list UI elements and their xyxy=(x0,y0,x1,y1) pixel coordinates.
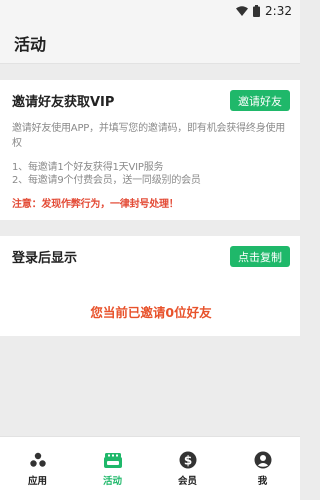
rule-item: 1、每邀请1个好友获得1天VIP服务 xyxy=(12,162,164,173)
invite-code-card: 登录后显示 点击复制 您当前已邀请0位好友 xyxy=(0,236,300,336)
nav-label: 会员 xyxy=(177,476,197,487)
invite-friends-button[interactable]: 邀请好友 xyxy=(230,90,290,111)
nav-label: 应用 xyxy=(27,476,47,487)
battery-icon xyxy=(253,5,261,17)
dollar-coin-icon: $ xyxy=(178,450,198,470)
status-bar: 2:32 xyxy=(0,0,300,22)
nav-item-membership[interactable]: $ 会员 xyxy=(158,450,218,487)
invite-description: 邀请好友使用APP，并填写您的邀请码，即有机会获得终身使用权 xyxy=(12,123,286,149)
wifi-icon xyxy=(236,6,249,16)
svg-text:$: $ xyxy=(183,454,191,468)
nav-label: 活动 xyxy=(102,476,122,487)
invite-card: 邀请好友获取VIP 邀请好友 邀请好友使用APP，并填写您的邀请码，即有机会获得… xyxy=(0,80,300,220)
invited-count-text: 您当前已邀请0位好友 xyxy=(90,305,212,320)
nav-label: 我 xyxy=(257,476,268,487)
app-bar: 活动 xyxy=(0,22,300,64)
gift-box-icon xyxy=(103,450,123,470)
cheating-warning: 注意：发现作弊行为，一律封号处理！ xyxy=(12,199,179,210)
invite-card-title: 邀请好友获取VIP xyxy=(12,95,115,110)
invite-rules: 1、每邀请1个好友获得1天VIP服务 2、每邀请9个付费会员，送一同级别的会员 xyxy=(12,161,290,187)
clock-time: 2:32 xyxy=(265,4,292,18)
user-icon xyxy=(253,450,273,470)
apps-dots-icon xyxy=(28,450,48,470)
login-prompt-title: 登录后显示 xyxy=(12,251,78,266)
copy-button[interactable]: 点击复制 xyxy=(230,246,290,267)
nav-item-activity[interactable]: 活动 xyxy=(83,450,143,487)
nav-item-me[interactable]: 我 xyxy=(233,450,293,487)
bottom-nav: 应用 活动 $ 会员 我 xyxy=(0,436,300,500)
nav-item-apps[interactable]: 应用 xyxy=(8,450,68,487)
page-title: 活动 xyxy=(14,34,47,54)
rule-item: 2、每邀请9个付费会员，送一同级别的会员 xyxy=(12,175,201,186)
